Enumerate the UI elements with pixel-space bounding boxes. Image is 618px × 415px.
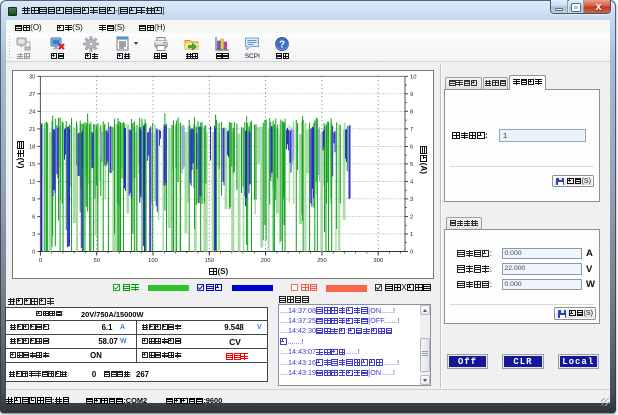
svg-text:7: 7 bbox=[410, 127, 413, 133]
svg-text:9: 9 bbox=[32, 197, 35, 203]
svg-text:0: 0 bbox=[32, 250, 35, 256]
svg-text:250: 250 bbox=[317, 258, 327, 264]
svg-text:9: 9 bbox=[410, 92, 413, 98]
svg-text:0: 0 bbox=[39, 258, 42, 264]
svg-text:12: 12 bbox=[29, 179, 35, 185]
svg-text:3: 3 bbox=[410, 197, 413, 203]
svg-text:27: 27 bbox=[29, 92, 35, 98]
svg-text:18: 18 bbox=[29, 144, 35, 150]
svg-text:200: 200 bbox=[261, 258, 271, 264]
svg-text:100: 100 bbox=[148, 258, 158, 264]
svg-text:0: 0 bbox=[410, 250, 413, 256]
svg-text:15: 15 bbox=[29, 162, 35, 168]
svg-text:6: 6 bbox=[410, 144, 413, 150]
svg-text:50: 50 bbox=[93, 258, 99, 264]
svg-text:150: 150 bbox=[204, 258, 214, 264]
svg-text:3: 3 bbox=[32, 232, 35, 238]
svg-text:10: 10 bbox=[410, 74, 416, 80]
svg-text:?: ? bbox=[279, 40, 285, 51]
svg-text:1: 1 bbox=[410, 232, 413, 238]
svg-text:24: 24 bbox=[29, 109, 36, 115]
svg-text:300: 300 bbox=[373, 258, 383, 264]
svg-text:8: 8 bbox=[410, 109, 413, 115]
svg-text:21: 21 bbox=[29, 127, 35, 133]
svg-text:6: 6 bbox=[32, 215, 35, 221]
svg-text:5: 5 bbox=[410, 162, 413, 168]
svg-text:2: 2 bbox=[410, 215, 413, 221]
svg-text:30: 30 bbox=[29, 74, 35, 80]
